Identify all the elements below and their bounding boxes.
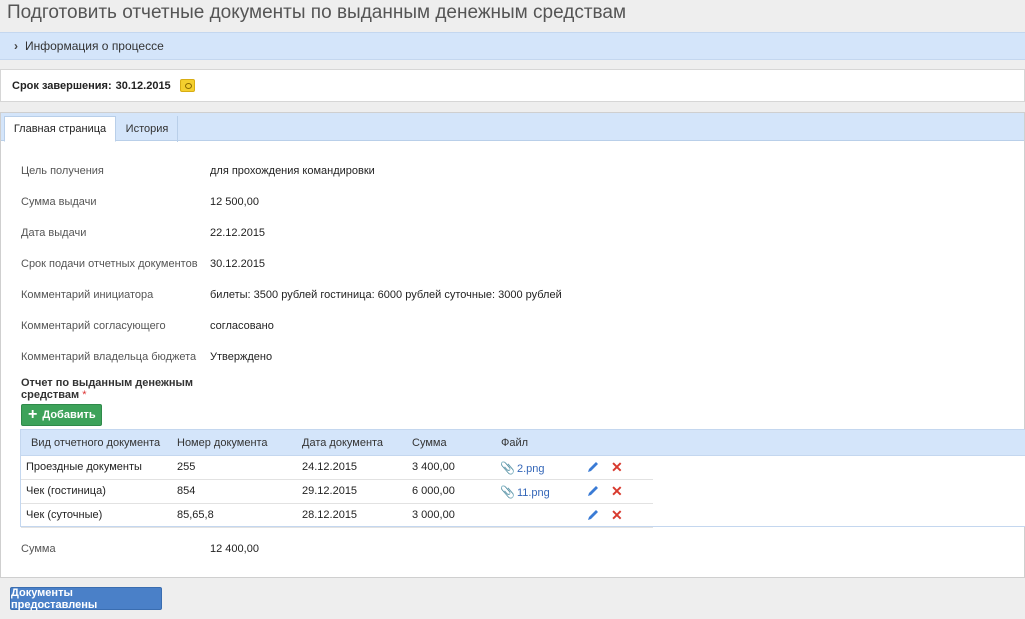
total-value: 12 400,00 [210, 543, 259, 555]
report-table: Вид отчетного документа Номер документа … [20, 429, 1025, 528]
delete-icon[interactable]: ✕ [611, 507, 623, 524]
table-row[interactable]: Чек (гостиница) 854 29.12.2015 6 000,00 … [21, 480, 653, 504]
field-label-deadline: Срок подачи отчетных документов [21, 258, 198, 270]
add-button-label: Добавить [42, 409, 96, 421]
documents-submitted-button[interactable]: Документы предоставлены [10, 587, 162, 611]
chevron-right-icon: › [14, 39, 18, 53]
file-link[interactable]: 2.png [517, 463, 545, 475]
table-row[interactable]: Проездные документы 255 24.12.2015 3 400… [21, 456, 653, 480]
cell-type: Чек (суточные) [26, 509, 103, 521]
page-title: Подготовить отчетные документы по выданн… [7, 2, 627, 23]
cell-file: 📎 11.png [500, 485, 550, 499]
cell-amount: 3 000,00 [412, 509, 455, 521]
report-label: Отчет по выданным денежным средствам * [21, 377, 211, 401]
cell-date: 28.12.2015 [302, 509, 358, 521]
field-value-issue-date: 22.12.2015 [210, 227, 266, 239]
deadline-section: Срок завершения: 30.12.2015 [0, 69, 1025, 102]
tabs-bar: Главная страница История [1, 113, 1024, 142]
field-value-amount: 12 500,00 [210, 196, 259, 208]
cell-number: 854 [177, 485, 196, 497]
field-label-amount: Сумма выдачи [21, 196, 97, 208]
cell-number: 255 [177, 461, 196, 473]
table-row[interactable]: Чек (суточные) 85,65,8 28.12.2015 3 000,… [21, 504, 653, 528]
process-info-toggle[interactable]: › Информация о процессе [0, 32, 1025, 60]
required-mark: * [82, 389, 87, 401]
report-label-text: Отчет по выданным денежным средствам [21, 377, 193, 401]
cell-number: 85,65,8 [177, 509, 214, 521]
cell-amount: 3 400,00 [412, 461, 455, 473]
delete-icon[interactable]: ✕ [611, 459, 623, 476]
field-label-approver-comment: Комментарий согласующего [21, 320, 166, 332]
field-label-initiator-comment: Комментарий инициатора [21, 289, 154, 301]
plus-icon: + [28, 406, 38, 423]
field-label-issue-date: Дата выдачи [21, 227, 87, 239]
delete-icon[interactable]: ✕ [611, 483, 623, 500]
column-header-file[interactable]: Файл [501, 437, 528, 449]
cell-type: Проездные документы [26, 461, 142, 473]
tab-history[interactable]: История [117, 116, 178, 142]
field-value-approver-comment: согласовано [210, 320, 274, 332]
pencil-icon[interactable] [586, 460, 600, 474]
field-value-budget-owner-comment: Утверждено [210, 351, 273, 363]
pencil-icon[interactable] [586, 508, 600, 522]
cell-date: 24.12.2015 [302, 461, 358, 473]
column-header-amount[interactable]: Сумма [412, 437, 447, 449]
table-header: Вид отчетного документа Номер документа … [21, 430, 1025, 456]
main-panel: Главная страница История Цель получения … [0, 112, 1025, 578]
paperclip-icon: 📎 [500, 461, 515, 475]
column-header-number[interactable]: Номер документа [177, 437, 268, 449]
field-value-initiator-comment: билеты: 3500 рублей гостиница: 6000 рубл… [210, 289, 562, 301]
process-info-label: Информация о процессе [25, 39, 164, 53]
file-link[interactable]: 11.png [517, 487, 550, 499]
paperclip-icon: 📎 [500, 485, 515, 499]
field-value-purpose: для прохождения командировки [210, 165, 375, 177]
cell-date: 29.12.2015 [302, 485, 358, 497]
pencil-icon[interactable] [586, 484, 600, 498]
deadline-value: 30.12.2015 [115, 79, 171, 92]
calendar-icon[interactable] [179, 79, 195, 92]
column-header-date[interactable]: Дата документа [302, 437, 383, 449]
column-header-type[interactable]: Вид отчетного документа [31, 437, 160, 449]
field-value-deadline: 30.12.2015 [210, 258, 266, 270]
field-label-purpose: Цель получения [21, 165, 104, 177]
deadline-label: Срок завершения: [12, 79, 112, 92]
cell-amount: 6 000,00 [412, 485, 455, 497]
total-label: Сумма [21, 543, 56, 555]
cell-file: 📎 2.png [500, 461, 544, 475]
tab-main-page[interactable]: Главная страница [4, 116, 116, 142]
field-label-budget-owner-comment: Комментарий владельца бюджета [21, 351, 197, 363]
add-button[interactable]: + Добавить [21, 404, 102, 426]
cell-type: Чек (гостиница) [26, 485, 106, 497]
